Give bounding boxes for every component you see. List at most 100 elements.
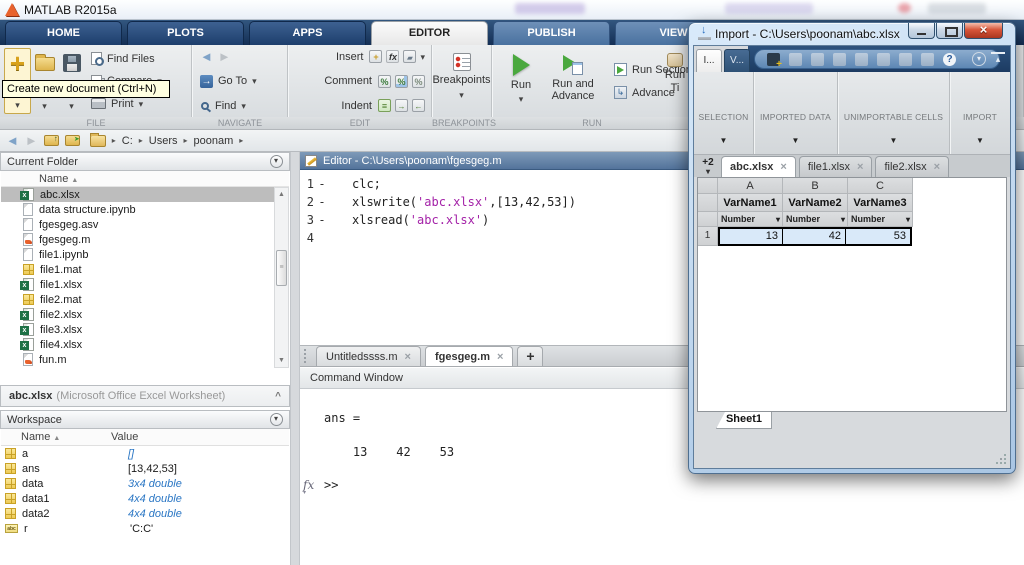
file-details-bar[interactable]: abc.xlsx (Microsoft Office Excel Workshe…: [0, 385, 290, 407]
spreadsheet-cell[interactable]: 53: [846, 229, 910, 244]
new-editor-tab-button[interactable]: +: [517, 346, 544, 366]
back-arrow-icon[interactable]: ◄: [6, 134, 19, 147]
smart-indent-icon[interactable]: [378, 99, 391, 112]
variable-row[interactable]: r 'C:C': [1, 521, 289, 536]
variable-name-header[interactable]: VarName1: [718, 194, 783, 212]
forward-arrow-icon[interactable]: ►: [25, 134, 38, 147]
chevron-down-icon[interactable]: [720, 134, 728, 146]
insert-section-icon[interactable]: [369, 50, 383, 63]
tab-home[interactable]: HOME: [5, 21, 122, 45]
file-list-scrollbar[interactable]: ▲ ≡ ▼: [274, 187, 289, 368]
scroll-up-icon[interactable]: ▲: [275, 188, 288, 201]
breadcrumb-drive[interactable]: C:: [122, 135, 133, 147]
fx-icon[interactable]: fx: [303, 478, 314, 496]
file-row[interactable]: fun.m: [1, 352, 289, 367]
collapse-ribbon-icon[interactable]: [991, 52, 1005, 66]
forward-arrow-icon[interactable]: ►: [218, 50, 231, 63]
file-row[interactable]: file1.mat: [1, 262, 289, 277]
sheet-tab[interactable]: Sheet1: [716, 412, 772, 429]
import-tab[interactable]: I...: [696, 49, 722, 72]
chevron-down-icon[interactable]: [420, 51, 425, 63]
chevron-down-icon[interactable]: [906, 214, 910, 224]
file-row[interactable]: fgesgeg.asv: [1, 217, 289, 232]
tab-editor[interactable]: EDITOR: [371, 21, 488, 45]
tab-bar-handle[interactable]: [304, 349, 308, 363]
close-icon[interactable]: [780, 161, 786, 173]
breadcrumb-users[interactable]: Users: [149, 135, 178, 147]
tab-apps[interactable]: APPS: [249, 21, 366, 45]
breadcrumb-poonam[interactable]: poonam: [194, 135, 234, 147]
run-and-advance-button[interactable]: Run and Advance: [542, 48, 604, 114]
editor-tab-fgesgeg[interactable]: fgesgeg.m: [424, 346, 514, 366]
file-tab-file2[interactable]: file2.xlsx: [875, 156, 950, 177]
insert-function-icon[interactable]: [386, 50, 400, 63]
insert-annotation-icon[interactable]: [403, 50, 417, 63]
selected-cell-range[interactable]: 13 42 53: [718, 227, 912, 246]
comment-icon[interactable]: [378, 74, 391, 88]
scroll-down-icon[interactable]: ▼: [275, 354, 288, 367]
layout-icon[interactable]: [921, 52, 934, 66]
row-number[interactable]: 1: [698, 227, 718, 246]
file-tab-abc[interactable]: abc.xlsx: [721, 156, 796, 177]
find-files-button[interactable]: Find Files: [91, 51, 187, 66]
chevron-down-icon[interactable]: [139, 98, 144, 110]
close-icon[interactable]: [857, 161, 863, 173]
file-row[interactable]: file3.xlsx: [1, 322, 289, 337]
view-tab[interactable]: V...: [724, 49, 750, 72]
column-type-dropdown[interactable]: Number: [848, 212, 913, 227]
spreadsheet-cell[interactable]: 42: [783, 229, 846, 244]
print-button[interactable]: Print: [91, 96, 187, 111]
wrap-comment-icon[interactable]: [412, 74, 425, 88]
imported-data-section[interactable]: IMPORTED DATA: [754, 72, 838, 154]
column-type-dropdown[interactable]: Number: [783, 212, 848, 227]
chevron-down-icon[interactable]: [792, 134, 800, 146]
chevron-down-icon[interactable]: [42, 100, 47, 112]
unimportable-cells-section[interactable]: UNIMPORTABLE CELLS: [838, 72, 950, 154]
chevron-down-icon[interactable]: [241, 100, 246, 112]
back-arrow-icon[interactable]: ◄: [200, 50, 213, 63]
file-row[interactable]: file1.ipynb: [1, 247, 289, 262]
chevron-down-icon[interactable]: [252, 75, 257, 87]
file-row[interactable]: abc.xlsx: [1, 187, 289, 202]
column-letter[interactable]: C: [848, 178, 913, 194]
panel-splitter[interactable]: [290, 152, 300, 565]
file-row[interactable]: data structure.ipynb: [1, 202, 289, 217]
toolbar-menu-icon[interactable]: [972, 52, 986, 66]
panel-menu-icon[interactable]: [270, 155, 283, 168]
spreadsheet-cell[interactable]: 13: [720, 229, 783, 244]
selection-section[interactable]: SELECTION: [694, 72, 754, 154]
variable-name-header[interactable]: VarName3: [848, 194, 913, 212]
column-letter[interactable]: A: [718, 178, 783, 194]
folder-up-icon[interactable]: [43, 134, 59, 146]
indent-right-icon[interactable]: [395, 99, 408, 112]
run-button[interactable]: Run: [500, 48, 542, 114]
editor-tab-untitledssss[interactable]: Untitledssss.m: [316, 346, 421, 366]
maximize-button[interactable]: [936, 23, 963, 39]
import-section[interactable]: IMPORT: [950, 72, 1010, 154]
panel-menu-icon[interactable]: [270, 413, 283, 426]
column-type-dropdown[interactable]: Number: [718, 212, 783, 227]
minimize-button[interactable]: [908, 23, 935, 39]
chevron-down-icon[interactable]: [69, 100, 74, 112]
chevron-down-icon[interactable]: [776, 214, 780, 224]
close-icon[interactable]: [497, 351, 503, 363]
chevron-down-icon[interactable]: [976, 134, 984, 146]
variable-row[interactable]: a []: [1, 446, 289, 461]
tab-publish[interactable]: PUBLISH: [493, 21, 610, 45]
resize-grip[interactable]: [1004, 462, 1006, 464]
browse-folder-icon[interactable]: [64, 135, 80, 146]
file-row[interactable]: fgesgeg.m: [1, 232, 289, 247]
find-button[interactable]: Find: [200, 98, 279, 113]
current-folder-column-header[interactable]: Name ▲: [1, 171, 289, 187]
tab-plots[interactable]: PLOTS: [127, 21, 244, 45]
breakpoints-button[interactable]: Breakpoints: [432, 48, 491, 101]
file-row[interactable]: file1.xlsx: [1, 277, 289, 292]
variable-name-header[interactable]: VarName2: [783, 194, 848, 212]
run-and-time-button[interactable]: Run Ti: [660, 53, 690, 95]
chevron-down-icon[interactable]: [890, 134, 898, 146]
close-icon[interactable]: [934, 161, 940, 173]
variable-row[interactable]: data2 4x4 double: [1, 506, 289, 521]
go-to-button[interactable]: Go To: [200, 74, 279, 89]
chevron-down-icon[interactable]: [459, 89, 464, 101]
variable-row[interactable]: data 3x4 double: [1, 476, 289, 491]
